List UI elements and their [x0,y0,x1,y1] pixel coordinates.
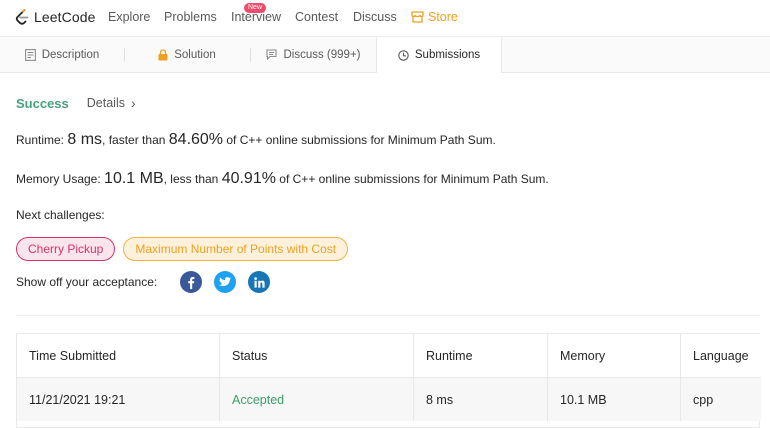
tab-discuss-label: Discuss (999+) [283,48,361,61]
leetcode-logo[interactable]: LeetCode [15,7,96,27]
runtime-value: 8 ms [67,131,103,148]
nav-problems[interactable]: Problems [164,10,217,24]
logo-text: LeetCode [34,9,96,25]
leetcode-logo-icon [15,8,29,25]
top-navbar: LeetCode Explore Problems Interview New … [0,0,770,37]
cell-status-accepted[interactable]: Accepted [220,378,414,421]
twitter-icon[interactable] [214,271,237,293]
col-memory: Memory [548,334,681,377]
cell-time: 11/21/2021 19:21 [17,378,220,421]
nav-explore[interactable]: Explore [108,10,150,24]
cell-memory: 10.1 MB [548,378,681,421]
store-label: Store [428,10,458,24]
col-runtime: Runtime [414,334,548,377]
tab-submissions-label: Submissions [414,49,481,61]
memory-suffix: of C++ online submissions for Minimum Pa… [279,172,549,186]
status-success: Success [16,95,69,111]
nav-contest[interactable]: Contest [295,10,338,24]
chevron-right-icon[interactable]: › [131,95,136,111]
runtime-suffix: of C++ online submissions for Minimum Pa… [226,133,496,147]
linkedin-icon[interactable] [248,271,271,293]
new-badge: New [244,3,267,13]
section-divider [16,315,760,316]
next-challenges-label: Next challenges: [16,208,105,222]
tab-description[interactable]: Description [0,37,124,72]
chat-icon [266,49,278,60]
memory-value: 10.1 MB [104,170,164,187]
memory-mid: , less than [163,172,219,186]
memory-prefix: Memory Usage: [16,172,101,186]
tab-solution-label: Solution [174,48,216,61]
clock-icon [398,49,409,61]
tab-discuss[interactable]: Discuss (999+) [251,37,376,72]
share-label: Show off your acceptance: [16,275,158,289]
cell-language: cpp [693,392,714,407]
table-header: Time Submitted Status Runtime Memory Lan… [17,334,761,377]
facebook-icon[interactable] [180,271,203,293]
next-challenges: Cherry Pickup Maximum Number of Points w… [16,237,356,261]
tab-submissions[interactable]: Submissions [376,37,502,73]
nav-store[interactable]: Store [411,10,458,24]
memory-stat: Memory Usage: 10.1 MB, less than 40.91% … [16,170,549,188]
description-icon [24,48,36,61]
runtime-percent: 84.60% [168,131,224,148]
lock-icon [158,48,168,60]
col-time-submitted: Time Submitted [17,334,220,377]
cell-runtime: 8 ms [414,378,548,421]
result-header: Success Details › [16,95,136,111]
share-row: Show off your acceptance: [16,271,282,293]
runtime-stat: Runtime: 8 ms, faster than 84.60% of C++… [16,131,496,149]
memory-percent: 40.91% [221,170,276,187]
runtime-mid: , faster than [102,133,166,147]
col-status: Status [220,334,414,377]
tab-solution[interactable]: Solution [125,37,249,72]
nav-discuss[interactable]: Discuss [353,10,397,24]
col-language: Language [693,348,749,363]
details-link[interactable]: Details [87,96,125,110]
submissions-table: Time Submitted Status Runtime Memory Lan… [16,333,761,428]
challenge-cherry-pickup[interactable]: Cherry Pickup [16,237,116,261]
store-icon [411,11,424,23]
problem-tabbar: Description Solution Discuss (999+) Subm… [0,37,770,73]
table-row[interactable]: 11/21/2021 19:21 Accepted 8 ms 10.1 MB c… [17,377,761,421]
challenge-max-points-with-cost[interactable]: Maximum Number of Points with Cost [123,237,349,261]
runtime-prefix: Runtime: [16,133,65,147]
tab-description-label: Description [41,48,100,61]
